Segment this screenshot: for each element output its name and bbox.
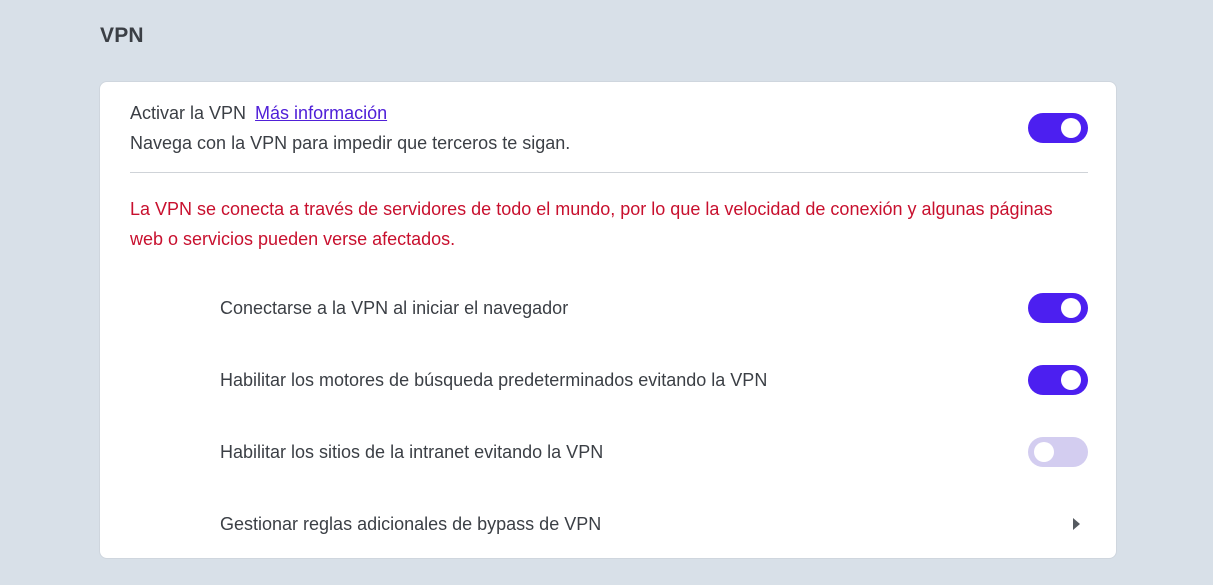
vpn-settings-card: Activar la VPN Más información Navega con… [99,81,1117,559]
vpn-enable-title: Activar la VPN [130,103,247,123]
option-label: Habilitar los sitios de la intranet evit… [220,442,604,462]
vpn-main-title-line: Activar la VPN Más información [130,100,387,126]
vpn-enable-toggle[interactable] [1028,113,1088,143]
search-engines-bypass-toggle[interactable] [1028,365,1088,395]
toggle-knob [1061,298,1081,318]
vpn-enable-description: Navega con la VPN para impedir que terce… [130,133,571,153]
bypass-rules-row[interactable]: Gestionar reglas adicionales de bypass d… [220,504,1088,544]
bypass-rules-label: Gestionar reglas adicionales de bypass d… [220,514,602,534]
option-intranet-bypass: Habilitar los sitios de la intranet evit… [220,432,1088,472]
connect-on-startup-toggle[interactable] [1028,293,1088,323]
toggle-knob [1061,118,1081,138]
section-title: VPN [100,24,144,47]
option-connect-on-startup: Conectarse a la VPN al iniciar el navega… [220,288,1088,328]
vpn-warning-text: La VPN se conecta a través de servidores… [130,199,1053,249]
intranet-bypass-toggle[interactable] [1028,437,1088,467]
toggle-knob [1061,370,1081,390]
option-label: Conectarse a la VPN al iniciar el navega… [220,298,569,318]
more-info-link[interactable]: Más información [255,103,387,123]
chevron-right-icon [1073,518,1080,530]
toggle-knob [1034,442,1054,462]
option-label: Habilitar los motores de búsqueda predet… [220,370,768,390]
vpn-main-row: Activar la VPN Más información Navega con… [130,100,1088,172]
option-search-engines-bypass: Habilitar los motores de búsqueda predet… [220,360,1088,400]
divider [130,172,1088,173]
